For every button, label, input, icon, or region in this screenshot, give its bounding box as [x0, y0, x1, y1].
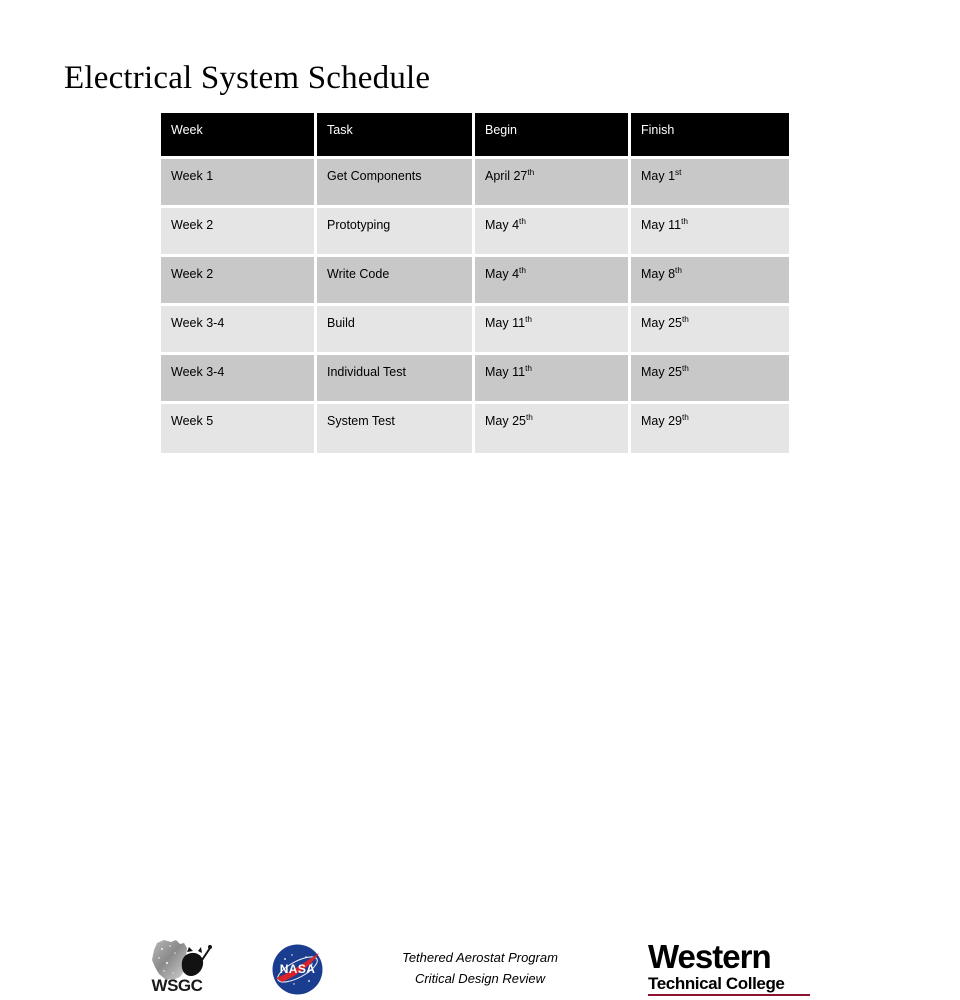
column-header-week: Week — [161, 113, 317, 159]
table-row: Week 3-4 Individual Test May 11th May 25… — [161, 355, 789, 404]
cell-begin-date: May 4 — [485, 218, 520, 232]
page-title: Electrical System Schedule — [64, 60, 431, 96]
cell-task: Prototyping — [317, 208, 475, 257]
table-row: Week 5 System Test May 25th May 29th — [161, 404, 789, 453]
cell-begin-ordinal: th — [519, 265, 526, 275]
nasa-meatball-icon — [272, 944, 323, 995]
cell-begin-ordinal: th — [525, 314, 532, 324]
cell-finish-date: May 29 — [641, 414, 682, 428]
western-technical-college-logo: Western Technical College — [648, 940, 816, 996]
cell-begin-date: April 27 — [485, 169, 528, 183]
cell-week: Week 1 — [161, 159, 317, 208]
table-row: Week 2 Prototyping May 4th May 11th — [161, 208, 789, 257]
cell-begin-date: May 25 — [485, 414, 526, 428]
cell-finish-ordinal: th — [682, 412, 689, 422]
table-body: Week 1 Get Components April 27th May 1st… — [161, 159, 789, 453]
cell-begin-ordinal: th — [526, 412, 533, 422]
cell-begin: May 11th — [475, 355, 631, 404]
western-logo-main: Western — [648, 938, 772, 975]
cell-begin: May 4th — [475, 208, 631, 257]
western-logo-sub: Technical College — [648, 974, 785, 993]
cell-begin-date: May 11 — [485, 365, 526, 379]
cell-task: Build — [317, 306, 475, 355]
cell-finish-date: May 8 — [641, 267, 676, 281]
cell-task: System Test — [317, 404, 475, 453]
cell-begin-ordinal: th — [525, 363, 532, 373]
table-row: Week 2 Write Code May 4th May 8th — [161, 257, 789, 306]
cell-finish-ordinal: st — [675, 167, 682, 177]
cell-finish-ordinal: th — [675, 265, 682, 275]
column-header-finish: Finish — [631, 113, 789, 159]
footer-caption-line2: Critical Design Review — [414, 971, 546, 986]
cell-task: Individual Test — [317, 355, 475, 404]
cell-begin: May 4th — [475, 257, 631, 306]
cell-finish-date: May 25 — [641, 365, 682, 379]
cell-finish: May 8th — [631, 257, 789, 306]
footer-caption: Tethered Aerostat Program Critical Desig… — [340, 947, 620, 989]
cell-begin-ordinal: th — [527, 167, 535, 177]
cell-finish: May 29th — [631, 404, 789, 453]
cell-begin-date: May 11 — [485, 316, 526, 330]
cell-week: Week 3-4 — [161, 306, 317, 355]
column-header-task: Task — [317, 113, 475, 159]
cell-task: Get Components — [317, 159, 475, 208]
table-row: Week 3-4 Build May 11th May 25th — [161, 306, 789, 355]
cell-begin: May 25th — [475, 404, 631, 453]
footer-caption-line1: Tethered Aerostat Program — [402, 950, 558, 965]
table-row: Week 1 Get Components April 27th May 1st — [161, 159, 789, 208]
cell-finish-ordinal: th — [681, 216, 688, 226]
cell-finish-ordinal: th — [682, 314, 689, 324]
cell-begin: May 11th — [475, 306, 631, 355]
wsgc-logo: WSGC — [140, 938, 214, 996]
nasa-logo: NASA — [272, 944, 323, 995]
cell-finish-date: May 1 — [641, 169, 676, 183]
western-logo-rule — [648, 994, 810, 996]
cell-task: Write Code — [317, 257, 475, 306]
cell-begin: April 27th — [475, 159, 631, 208]
schedule-table: Week Task Begin Finish Week 1 Get Compon… — [161, 113, 789, 453]
table-header: Week Task Begin Finish — [161, 113, 789, 159]
cell-finish: May 25th — [631, 306, 789, 355]
cell-finish: May 25th — [631, 355, 789, 404]
column-header-begin: Begin — [475, 113, 631, 159]
cell-finish-date: May 25 — [641, 316, 682, 330]
cell-finish-ordinal: th — [682, 363, 689, 373]
cell-finish: May 11th — [631, 208, 789, 257]
cell-week: Week 3-4 — [161, 355, 317, 404]
cell-finish-date: May 11 — [641, 218, 682, 232]
cell-week: Week 5 — [161, 404, 317, 453]
table-header-row: Week Task Begin Finish — [161, 113, 789, 159]
cell-begin-date: May 4 — [485, 267, 520, 281]
cell-week: Week 2 — [161, 257, 317, 306]
cell-begin-ordinal: th — [519, 216, 526, 226]
slide-footer: WSGC NASA Tethered Aerostat Program Crit… — [0, 466, 960, 996]
wsgc-wordmark: WSGC — [151, 976, 203, 995]
cell-finish: May 1st — [631, 159, 789, 208]
cell-week: Week 2 — [161, 208, 317, 257]
